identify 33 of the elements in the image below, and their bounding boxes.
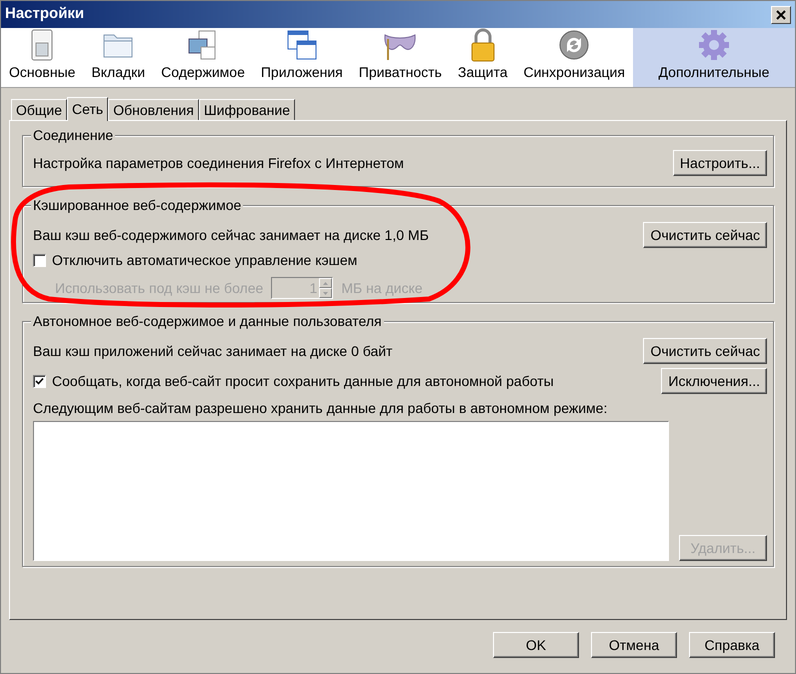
offline-usage-text: Ваш кэш приложений сейчас занимает на диске 0 байт: [33, 342, 392, 361]
dialog-button[interactable]: Справка: [689, 632, 775, 658]
checkbox[interactable]: [33, 254, 46, 267]
toolbar-item[interactable]: Защита: [450, 28, 516, 87]
checkbox-label: Сообщать, когда веб-сайт просит сохранить данные для автономной работы: [52, 372, 554, 391]
window-title: Настройки: [5, 4, 84, 24]
toolbar-item[interactable]: Синхронизация: [515, 28, 633, 87]
tab[interactable]: Шифрование: [198, 99, 295, 120]
checkbox-label: Отключить автоматическое управление кэшем: [52, 251, 358, 270]
tab[interactable]: Сеть: [67, 97, 108, 121]
tab[interactable]: Обновления: [108, 99, 199, 120]
up-arrow-icon: [323, 282, 328, 284]
padlock-icon: [468, 28, 497, 62]
close-button[interactable]: [771, 6, 791, 24]
down-arrow-icon: [323, 292, 328, 294]
list-label: Следующим веб-сайтам разрешено хранить данные для работы в автономном режиме:: [33, 400, 608, 416]
gear-icon: [698, 29, 730, 61]
toolbar-item[interactable]: Приложения: [252, 28, 351, 87]
toolbar-item[interactable]: Основные: [1, 28, 84, 87]
exceptions-button[interactable]: Исключения...: [661, 368, 767, 394]
toolbar-item[interactable]: Вкладки: [83, 28, 154, 87]
dialog-button[interactable]: Отмена: [591, 632, 677, 658]
settings-button[interactable]: Настроить...: [672, 150, 767, 176]
dialog-button[interactable]: OK: [493, 632, 579, 658]
checkbox[interactable]: [33, 374, 46, 388]
toolbar-item[interactable]: Приватность: [350, 28, 450, 87]
clear-cache-button[interactable]: Очистить сейчас: [643, 222, 767, 248]
connection-description: Настройка параметров соединения Firefox с Интернетом: [33, 154, 404, 173]
toolbar-item[interactable]: Дополнительные: [632, 28, 795, 87]
cache-usage-text: Ваш кэш веб-содержимого сейчас занимает на диске 1,0 МБ: [33, 226, 429, 245]
toolbar-item[interactable]: Содержимое: [153, 28, 253, 87]
clear-offline-button[interactable]: Очистить сейчас: [643, 338, 767, 364]
close-icon: [776, 10, 786, 20]
